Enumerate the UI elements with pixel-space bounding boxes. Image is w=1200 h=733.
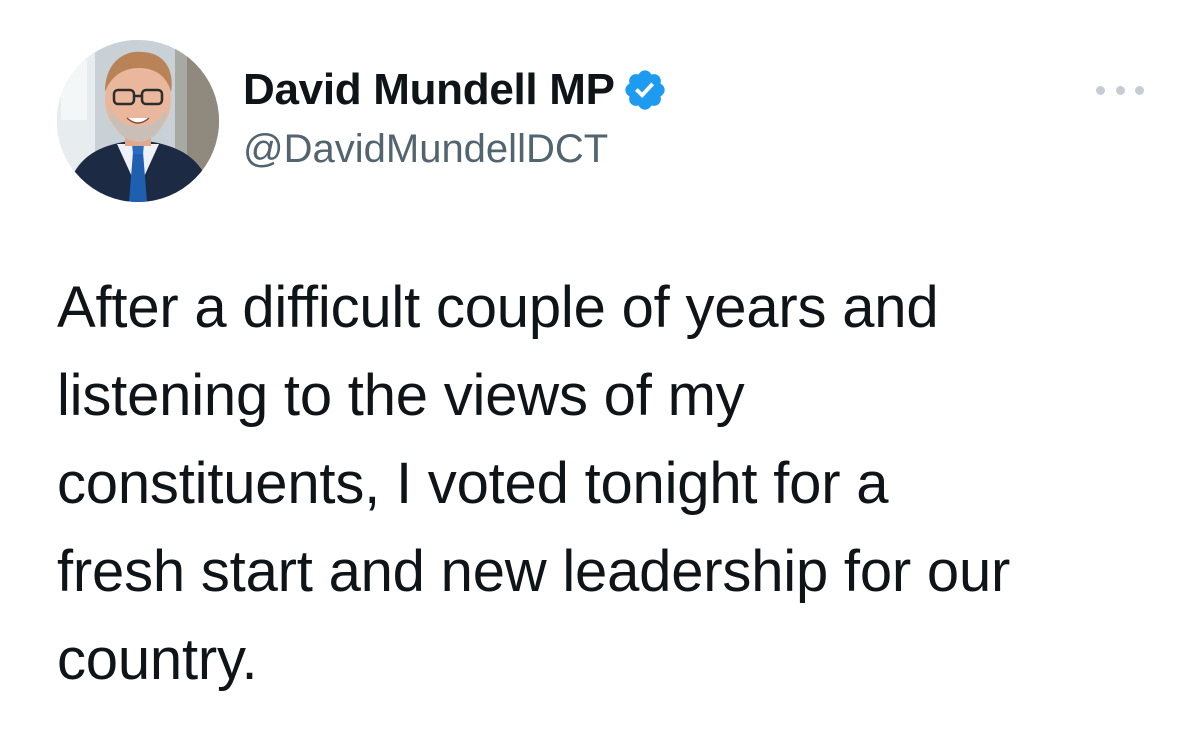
tweet-text-line: fresh start and new leadership for our — [57, 539, 1011, 604]
avatar-photo — [57, 40, 219, 202]
verified-badge-icon — [622, 67, 668, 113]
author-display-name[interactable]: David Mundell MP — [243, 62, 615, 118]
tweet-text-line: After a difficult couple of years and — [57, 275, 939, 340]
more-options-icon[interactable] — [1096, 78, 1144, 102]
more-dot — [1115, 85, 1125, 95]
author-name-row: David Mundell MP — [243, 62, 668, 118]
avatar[interactable] — [57, 40, 219, 202]
tweet-text-line: listening to the views of my — [57, 363, 745, 428]
tweet-text: After a difficult couple of years and li… — [57, 264, 1167, 704]
more-dot — [1096, 85, 1105, 95]
tweet-text-line: constituents, I voted tonight for a — [57, 451, 889, 516]
author-handle[interactable]: @DavidMundellDCT — [243, 124, 668, 174]
tweet-author: David Mundell MP @DavidMundellDCT — [243, 62, 668, 174]
more-dot — [1135, 85, 1144, 95]
tweet-text-line: country. — [57, 627, 258, 692]
tweet-card: David Mundell MP @DavidMundellDCT After … — [0, 0, 1200, 733]
